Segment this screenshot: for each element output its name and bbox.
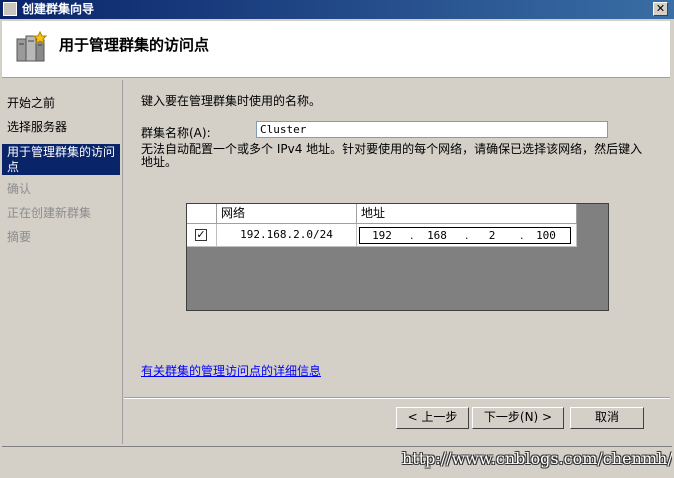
ip-dot: . <box>520 229 524 242</box>
nav-item-summary: 摘要 <box>7 230 32 244</box>
title-bar: 创建群集向导 ✕ <box>0 0 674 19</box>
nav-item-select-servers[interactable]: 选择服务器 <box>2 120 120 134</box>
wizard-steps: 开始之前 选择服务器 用于管理群集的访问点 确认 正在创建新群集 摘要 <box>2 80 123 444</box>
address-cell: 192 . 168 . 2 . 100 <box>357 224 577 247</box>
window-title: 创建群集向导 <box>22 2 95 16</box>
next-button[interactable]: 下一步(N) > <box>472 407 564 429</box>
grid-header-address[interactable]: 地址 <box>357 204 577 224</box>
nav-item-access-point[interactable]: 用于管理群集的访问点 <box>2 144 120 175</box>
previous-button[interactable]: < 上一步 <box>396 407 469 429</box>
cluster-name-label: 群集名称(A): <box>141 126 211 140</box>
wizard-icon <box>3 2 17 16</box>
instruction-text: 键入要在管理群集时使用的名称。 <box>141 94 322 108</box>
grid-header-check <box>187 204 217 224</box>
close-button[interactable]: ✕ <box>653 2 668 16</box>
network-note: 无法自动配置一个或多个 IPv4 地址。针对要使用的每个网络，请确保已选择该网络… <box>141 142 643 169</box>
watermark-text: http://www.cnblogs.com/chenmh/ <box>402 449 673 468</box>
network-checkbox[interactable]: ✓ <box>195 229 207 241</box>
wizard-header: 用于管理群集的访问点 <box>2 19 670 78</box>
cluster-server-icon <box>16 31 48 62</box>
ip-address-input[interactable]: 192 . 168 . 2 . 100 <box>359 227 571 244</box>
network-cell: 192.168.2.0/24 <box>217 224 357 247</box>
details-link[interactable]: 有关群集的管理访问点的详细信息 <box>141 364 321 378</box>
ip-dot: . <box>465 229 469 242</box>
nav-item-creating-cluster: 正在创建新群集 <box>7 206 92 220</box>
button-separator <box>124 397 670 399</box>
page-title: 用于管理群集的访问点 <box>59 36 210 54</box>
ip-octet-2[interactable]: 168 <box>419 228 455 243</box>
ip-dot: . <box>410 229 414 242</box>
table-row-check-cell: ✓ <box>187 224 217 247</box>
nav-item-confirm: 确认 <box>7 182 32 196</box>
nav-item-before-begin[interactable]: 开始之前 <box>2 96 120 110</box>
ip-octet-3[interactable]: 2 <box>474 228 510 243</box>
cancel-button[interactable]: 取消 <box>570 407 644 429</box>
network-grid: 网络 地址 ✓ 192.168.2.0/24 192 . 168 . 2 . 1… <box>186 203 609 311</box>
ip-octet-1[interactable]: 192 <box>364 228 400 243</box>
ip-octet-4[interactable]: 100 <box>528 228 564 243</box>
grid-header-network[interactable]: 网络 <box>217 204 357 224</box>
cluster-name-input[interactable]: Cluster <box>256 121 608 138</box>
